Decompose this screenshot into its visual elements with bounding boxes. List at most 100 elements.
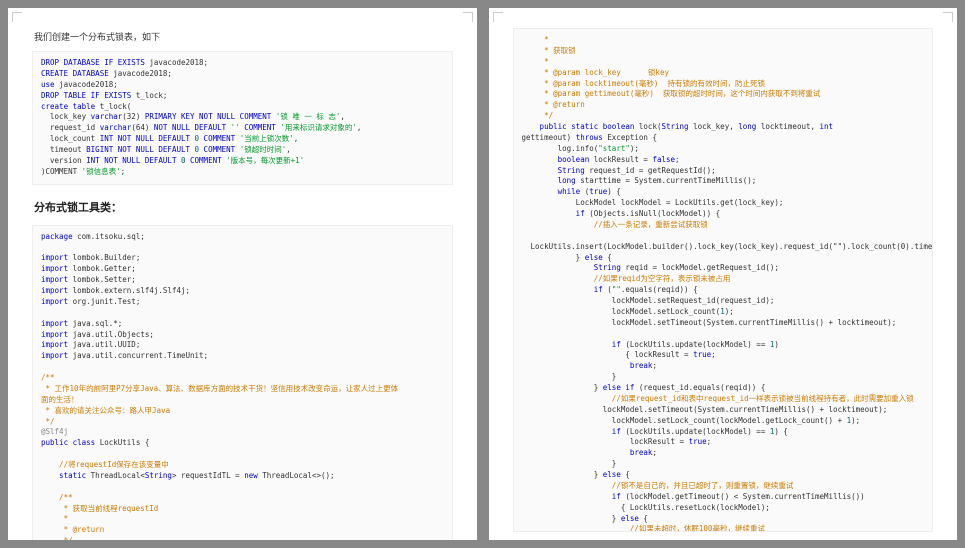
tok: { LockUtils.resetLock(lockModel); <box>522 503 770 512</box>
java-code-block-right: * * 获取锁 * * @param lock_key 锁key * @para… <box>513 28 934 532</box>
tok: { <box>639 514 648 523</box>
tok: lock( <box>634 122 661 131</box>
kw: BIGINT NOT NULL DEFAULT <box>86 145 194 154</box>
tok: } <box>522 459 617 468</box>
left-page: 我们创建一个分布式锁表，如下 DROP DATABASE IF EXISTS j… <box>8 8 477 540</box>
crop-mark-icon <box>463 12 473 22</box>
kw: import <box>41 340 68 349</box>
kw: else <box>621 514 639 523</box>
tok: } <box>522 383 603 392</box>
tok: ); <box>851 416 860 425</box>
kw: boolean <box>522 155 590 164</box>
sql-code-block: DROP DATABASE IF EXISTS javacode2018; CR… <box>32 51 453 185</box>
cmt: * @param <box>522 89 581 98</box>
tok: lockModel.setLock_count(lockModel.getLoc… <box>522 416 847 425</box>
str: '用来标识请求对象的' <box>280 123 357 132</box>
cmt: * <box>522 35 549 44</box>
kw: NOT NULL DEFAULT <box>154 123 231 132</box>
tok: Exception { <box>603 133 657 142</box>
kw: create table <box>41 102 95 111</box>
tok: request_id <box>41 123 100 132</box>
kw: import <box>41 275 68 284</box>
kw: varchar <box>91 112 123 121</box>
tok: (request_id.equals(reqid)) { <box>634 383 765 392</box>
tok: javacode2018; <box>55 80 118 89</box>
kw: import <box>41 253 68 262</box>
tok: ThreadLocal< <box>86 471 145 480</box>
cmt: * <box>522 57 549 66</box>
kw: throws <box>576 133 603 142</box>
kw: if <box>522 285 603 294</box>
kw: import <box>41 351 68 360</box>
tok: ); <box>630 144 639 153</box>
tok: LockUtils { <box>95 438 149 447</box>
cmt: 面的生活！ <box>41 395 79 404</box>
cmt: */ <box>41 417 55 426</box>
tok: log.info( <box>522 144 599 153</box>
cmt: /** <box>41 373 55 382</box>
kw: CREATE DATABASE <box>41 69 109 78</box>
tok: locktimeout, <box>756 122 819 131</box>
kw: PRIMARY KEY NOT NULL COMMENT <box>145 112 276 121</box>
str: "" <box>612 285 621 294</box>
cmt: /** <box>41 493 73 502</box>
kw: import <box>41 264 68 273</box>
tok: org.junit.Test; <box>68 297 140 306</box>
kw: String <box>145 471 172 480</box>
tok: } <box>522 514 621 523</box>
kw: break <box>522 448 653 457</box>
cmt: * 获取锁 <box>522 46 576 55</box>
tok: ( <box>580 187 589 196</box>
tok: ) { <box>607 187 621 196</box>
section-heading: 分布式锁工具类： <box>34 199 453 215</box>
kw: else <box>603 470 621 479</box>
kw: COMMENT <box>186 156 227 165</box>
kw: COMMENT <box>240 123 281 132</box>
kw: import <box>41 297 68 306</box>
tok: (LockUtils.update(lockModel) == <box>621 427 770 436</box>
tok: )COMMENT <box>41 167 82 176</box>
kw: public static boolean <box>522 122 635 131</box>
cmt: //如果reqid为空字符，表示锁未被占用 <box>522 274 731 283</box>
kw: long <box>738 122 756 131</box>
kw: DROP DATABASE IF EXISTS <box>41 58 145 67</box>
cmt: //如果request_id和表中request_id一样表示锁被当前线程持有者… <box>522 394 914 403</box>
tok: java.util.Objects; <box>68 330 154 339</box>
tok: lockModel.setTimeout(System.currentTimeM… <box>522 318 897 327</box>
tok: t_lock; <box>131 91 167 100</box>
tok: ; <box>707 437 712 446</box>
kw: varchar <box>100 123 132 132</box>
kw: int <box>820 122 834 131</box>
tok: > requestIdTL = <box>172 471 244 480</box>
cmt: lock_key 锁key <box>580 68 669 77</box>
kw: true <box>693 350 711 359</box>
kw: else <box>585 253 603 262</box>
tok: } <box>522 372 617 381</box>
tok: lombok.Setter; <box>68 275 136 284</box>
tok: ; <box>675 155 680 164</box>
tok: , <box>357 123 362 132</box>
tok: java.sql.*; <box>68 319 122 328</box>
tok: lombok.Getter; <box>68 264 136 273</box>
tok: starttime = System.currentTimeMillis(); <box>576 176 757 185</box>
kw: break <box>522 361 653 370</box>
str: '锁 唯 一 标 志' <box>276 112 341 121</box>
right-page: * * 获取锁 * * @param lock_key 锁key * @para… <box>489 8 958 540</box>
kw: COMMENT <box>199 134 240 143</box>
kw: true <box>589 187 607 196</box>
tok: lombok.extern.slf4j.Slf4j; <box>68 286 190 295</box>
tok: javacode2018; <box>109 69 172 78</box>
tok: ) { <box>774 427 788 436</box>
kw: INT NOT NULL DEFAULT <box>86 156 181 165</box>
kw: else if <box>603 383 635 392</box>
cmt: //插入一条记录，重新尝试获取锁 <box>522 220 708 229</box>
tok: reqid = lockModel.getRequest_id(); <box>621 263 779 272</box>
str: "start" <box>598 144 630 153</box>
tok: (lockModel.getTimeout() < System.current… <box>621 492 865 501</box>
tok: (32) <box>122 112 145 121</box>
page-spread: 我们创建一个分布式锁表，如下 DROP DATABASE IF EXISTS j… <box>0 0 965 548</box>
tok: (LockUtils.update(lockModel) == <box>621 340 770 349</box>
kw: new <box>244 471 258 480</box>
tok: lockModel.setRequest_id(request_id); <box>522 296 775 305</box>
str: '版本号，每次更新+1' <box>226 156 304 165</box>
